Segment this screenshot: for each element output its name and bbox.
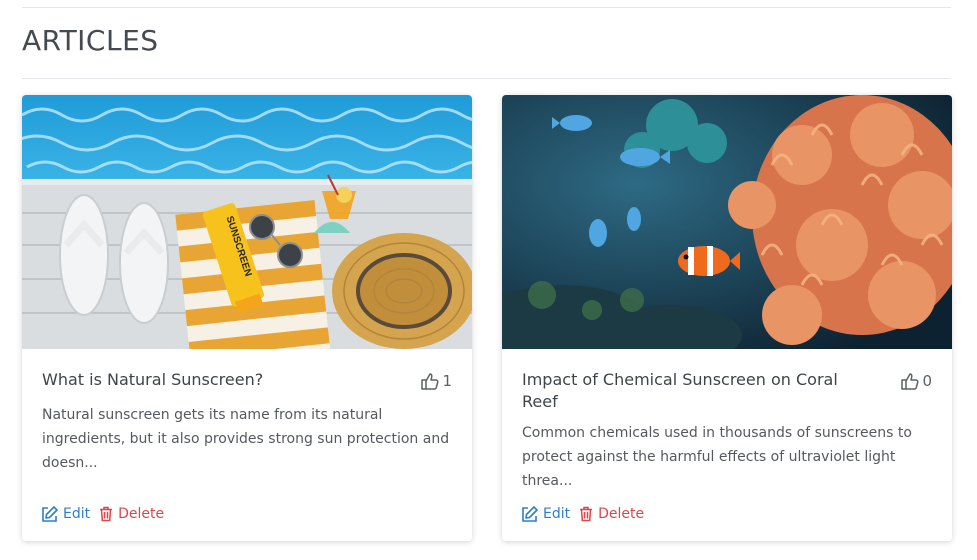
edit-button[interactable]: Edit [521, 506, 570, 522]
article-excerpt: Common chemicals used in thousands of su… [522, 425, 912, 489]
article-excerpt: Natural sunscreen gets its name from its… [42, 407, 450, 471]
trash-icon [100, 506, 113, 522]
edit-button[interactable]: Edit [41, 506, 90, 522]
edit-label: Edit [543, 506, 571, 522]
article-image[interactable]: SUNSCREEN [22, 95, 472, 349]
edit-label: Edit [63, 506, 91, 522]
delete-button[interactable]: Delete [579, 506, 644, 522]
like-button[interactable]: 1 [421, 372, 452, 390]
edit-icon [42, 506, 58, 522]
article-image[interactable] [502, 95, 952, 349]
top-divider [22, 7, 951, 8]
like-button[interactable]: 0 [901, 372, 932, 390]
section-title: ARTICLES [22, 24, 159, 57]
article-card[interactable]: Impact of Chemical Sunscreen on Coral Re… [502, 95, 952, 541]
like-count: 0 [922, 372, 932, 390]
like-count: 1 [442, 372, 452, 390]
edit-icon [522, 506, 538, 522]
article-title[interactable]: What is Natural Sunscreen? [42, 369, 372, 391]
delete-button[interactable]: Delete [99, 506, 164, 522]
title-divider [22, 78, 951, 79]
card-actions: Edit Delete [521, 506, 653, 522]
article-title[interactable]: Impact of Chemical Sunscreen on Coral Re… [522, 369, 852, 413]
trash-icon [580, 506, 593, 522]
delete-label: Delete [118, 506, 165, 522]
thumbs-up-icon [901, 372, 919, 390]
card-actions: Edit Delete [41, 506, 173, 522]
article-card[interactable]: SUNSCREEN What is Natural Sunscreen? 1 N… [22, 95, 472, 541]
thumbs-up-icon [421, 372, 439, 390]
delete-label: Delete [598, 506, 645, 522]
